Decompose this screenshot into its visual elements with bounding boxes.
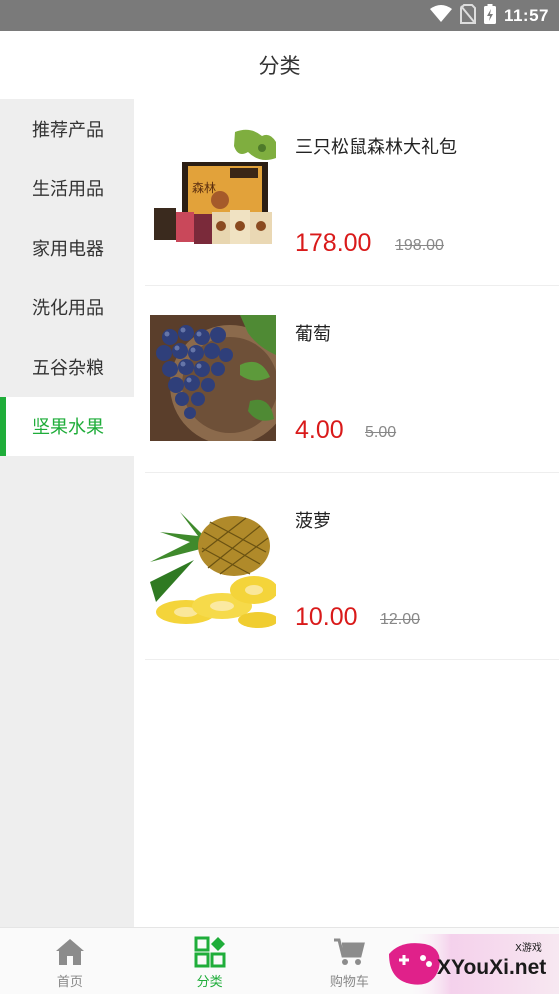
product-original-price: 5.00 [365,424,397,441]
product-price: 10.00 [295,603,358,631]
product-original-price: 12.00 [380,611,421,628]
no-sim-icon [459,3,476,28]
product-card[interactable]: 菠萝 10.00 12.00 [145,473,559,660]
product-name: 三只松鼠森林大礼包 [295,137,457,158]
sidebar-item-nuts-fruits[interactable]: 坚果水果 [0,396,134,456]
watermark-small-text: X游戏 [515,943,542,954]
sidebar-item-recommended[interactable]: 推荐产品 [0,99,134,159]
sidebar-item-toiletries[interactable]: 洗化用品 [0,278,134,338]
product-card[interactable]: 森林 三只松鼠森林大礼包 178.00 198.00 [145,99,559,286]
product-original-price: 198.00 [395,237,444,254]
battery-charging-icon [483,3,496,28]
sidebar-item-daily-goods[interactable]: 生活用品 [0,159,134,219]
sidebar-item-grains[interactable]: 五谷杂粮 [0,337,134,397]
active-indicator [0,396,6,456]
home-icon [54,936,86,968]
watermark-text: XYouXi.net [437,956,547,979]
watermark: X游戏 XYouXi.net [385,934,559,994]
status-bar: 11:57 [0,0,559,31]
nav-label: 购物车 [329,975,369,990]
page-header: 分类 [0,31,559,99]
wifi-icon [429,4,452,27]
sidebar-item-appliances[interactable]: 家用电器 [0,218,134,278]
grapes-image [150,315,276,441]
sidebar-item-label: 洗化用品 [32,298,104,320]
product-list: 森林 三只松鼠森林大礼包 178.00 198.00 葡萄 4.00 5.00 … [145,99,559,660]
nav-label: 首页 [56,975,83,990]
category-sidebar: 推荐产品 生活用品 家用电器 洗化用品 五谷杂粮 坚果水果 [0,99,134,927]
product-name: 菠萝 [295,511,331,532]
nut-gift-box-image: 森林 [150,128,276,254]
product-name: 葡萄 [295,324,331,345]
nav-home[interactable]: 首页 [0,928,140,994]
product-card[interactable]: 葡萄 4.00 5.00 [145,286,559,473]
nav-category[interactable]: 分类 [140,928,280,994]
category-grid-icon [194,936,226,968]
page-title: 分类 [258,54,301,78]
status-time: 11:57 [503,5,549,25]
sidebar-item-label: 家用电器 [32,238,104,260]
status-icons: 11:57 [429,0,549,31]
pineapple-image [150,502,276,628]
sidebar-item-label: 推荐产品 [32,119,104,141]
product-price: 4.00 [295,416,344,444]
sidebar-item-label: 生活用品 [32,179,104,201]
sidebar-item-label: 五谷杂粮 [32,357,104,379]
sidebar-item-label: 坚果水果 [32,417,104,439]
nav-label: 分类 [196,975,223,990]
product-price: 178.00 [295,229,372,257]
cart-icon [333,936,366,968]
svg-text:森林: 森林 [192,180,216,195]
